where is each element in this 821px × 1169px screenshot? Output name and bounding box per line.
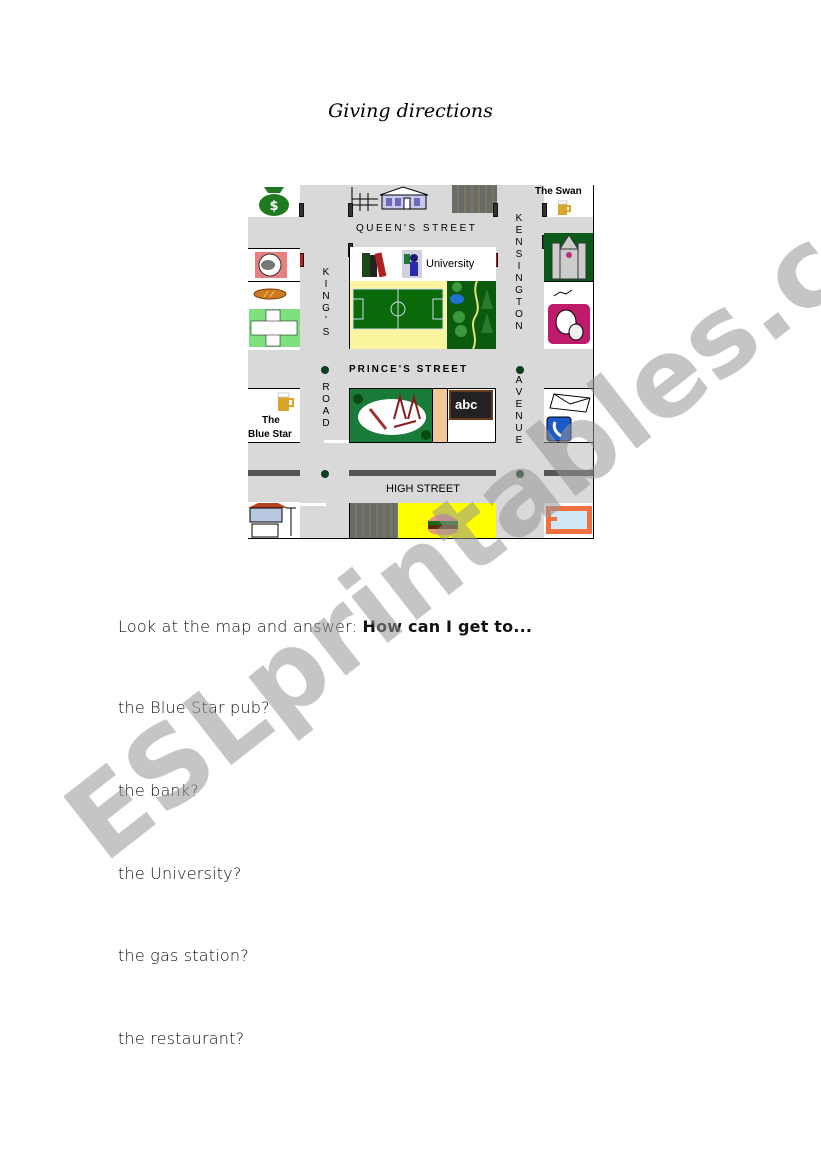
bank-block: $ (248, 185, 300, 217)
school-block: abc (447, 388, 496, 443)
football-pitch-icon (352, 288, 444, 330)
document-title: Giving directions (328, 100, 493, 122)
princes-street-label: PRINCE'S STREET (349, 364, 469, 375)
pet-shop-icon (255, 252, 287, 278)
envelope-icon (549, 393, 591, 413)
road-marker (300, 503, 326, 506)
avenue-label: AV EN UE (515, 375, 523, 446)
question-item: the bank? (118, 781, 200, 800)
traffic-light-icon (493, 203, 498, 217)
restaurant-block (398, 503, 496, 538)
parking-lot-bottom (349, 503, 398, 538)
queens-street-label: QUEEN'S STREET (356, 223, 478, 234)
money-bag-icon: $ (259, 187, 289, 216)
blackboard-icon: abc (449, 390, 493, 420)
question-item: the University? (118, 864, 242, 883)
theatre-block (544, 281, 593, 349)
kings-road-label: KI NG ' S (322, 267, 330, 338)
pet-shop-block (248, 248, 300, 282)
kensington-label: KE NS IN GT ON (515, 213, 523, 332)
gas-station-icon (248, 503, 296, 538)
blue-star-label-line1: The (262, 415, 280, 426)
gas-station-block (248, 502, 300, 538)
intersection-marker (516, 366, 524, 374)
town-map: $ The Swan QUEEN'S STREET The Blue Star … (248, 185, 594, 539)
house-block (348, 185, 446, 213)
path-strip (433, 388, 447, 443)
swimming-pool-block (544, 503, 593, 538)
cathedral-block (544, 233, 593, 281)
cathedral-icon (551, 234, 587, 280)
road-divider (248, 470, 300, 476)
post-office-block (544, 388, 593, 443)
house-icon (351, 186, 429, 211)
road-label: RO AD (322, 382, 330, 429)
park-trees-icon (450, 280, 493, 350)
burger-icon (428, 514, 458, 535)
bread-icon (253, 288, 287, 300)
swimming-pool-icon (546, 506, 592, 534)
instruction-text: Look at the map and answer: (118, 617, 363, 636)
svg-text:$: $ (269, 199, 278, 214)
question-item: the Blue Star pub? (118, 698, 270, 717)
intersection-marker (516, 470, 524, 478)
parking-lot-top (452, 185, 497, 213)
bakery-block (248, 282, 300, 350)
hospital-cross-icon (249, 309, 300, 347)
football-pitch-block (349, 281, 447, 349)
playground-block (349, 388, 433, 443)
swan-pub-block: The Swan (535, 185, 593, 217)
blue-star-pub-block: The Blue Star (248, 388, 300, 443)
instruction-prompt: Look at the map and answer: How can I ge… (118, 617, 532, 636)
theatre-masks-icon (548, 289, 590, 344)
road-marker (324, 440, 350, 443)
traffic-light-icon (348, 203, 353, 217)
beer-mug-icon (557, 200, 571, 215)
park-block (447, 280, 496, 350)
intersection-marker (321, 366, 329, 374)
intersection-marker (321, 470, 329, 478)
playground-icon (353, 393, 431, 440)
blue-star-label-line2: Blue Star (248, 429, 292, 440)
road-divider (544, 470, 593, 476)
traffic-light-icon (542, 203, 547, 217)
question-item: the restaurant? (118, 1029, 245, 1048)
university-label: University (426, 258, 475, 270)
instruction-question: How can I get to... (362, 617, 533, 636)
telephone-icon (546, 416, 572, 442)
road-divider (349, 470, 496, 476)
university-block: University (349, 247, 496, 281)
graduate-icon (402, 250, 422, 278)
beer-mug-icon (277, 392, 294, 411)
high-street-label: HIGH STREET (386, 483, 460, 495)
question-item: the gas station? (118, 946, 249, 965)
blackboard-text: abc (455, 397, 478, 412)
traffic-light-icon (299, 203, 304, 217)
books-icon (362, 252, 387, 278)
swan-pub-label: The Swan (535, 186, 582, 197)
